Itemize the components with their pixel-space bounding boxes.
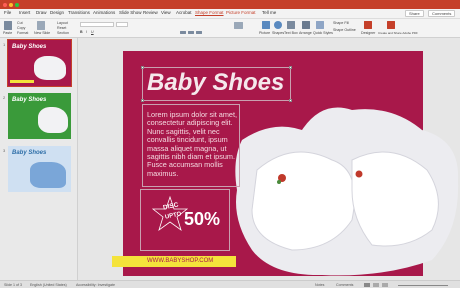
- font-size-dropdown[interactable]: [116, 22, 128, 27]
- reset-button[interactable]: Reset: [57, 26, 66, 30]
- slide-thumbnail-2[interactable]: Baby Shoes: [8, 93, 71, 139]
- comments-button[interactable]: Comments: [428, 10, 456, 17]
- tab-file[interactable]: File: [4, 10, 11, 15]
- resize-handle[interactable]: [289, 66, 292, 69]
- copy-button[interactable]: Copy: [17, 26, 25, 30]
- ribbon-tabs: File Insert Draw Design Transitions Anim…: [0, 9, 460, 19]
- section-button[interactable]: Section: [57, 31, 69, 35]
- reading-view-icon[interactable]: [382, 283, 388, 287]
- slide-sorter-icon[interactable]: [373, 283, 379, 287]
- align-center-icon[interactable]: [188, 31, 194, 34]
- shape-fill-button[interactable]: Shape Fill: [333, 21, 349, 25]
- zoom-slider[interactable]: [398, 284, 448, 286]
- tab-picture-format[interactable]: Picture Format: [226, 10, 256, 15]
- cut-button[interactable]: Cut: [17, 21, 23, 25]
- underline-button[interactable]: U: [91, 30, 94, 34]
- normal-view-icon[interactable]: [364, 283, 370, 287]
- paste-icon[interactable]: [4, 21, 12, 30]
- designer-button[interactable]: Designer: [361, 31, 375, 35]
- thumbnail-number: 1: [3, 42, 6, 47]
- shape-outline-button[interactable]: Shape Outline: [333, 28, 356, 32]
- tab-view[interactable]: View: [161, 10, 171, 15]
- adobe-pdf-icon[interactable]: [387, 21, 395, 29]
- thumbnail-number: 3: [3, 148, 6, 153]
- thumbnail-title: Baby Shoes: [12, 150, 47, 156]
- align-right-icon[interactable]: [196, 31, 202, 34]
- status-bar: Slide 1 of 3 English (United States) Acc…: [0, 280, 460, 288]
- font-name-dropdown[interactable]: [80, 22, 114, 27]
- thumbnail-shoe-image: [30, 162, 66, 188]
- thumbnail-number: 2: [3, 95, 6, 100]
- quick-styles-icon[interactable]: [316, 21, 324, 29]
- italic-button[interactable]: I: [86, 30, 87, 34]
- tab-review[interactable]: Review: [143, 10, 158, 15]
- text-box-button[interactable]: Text Box: [284, 31, 298, 35]
- status-comments-button[interactable]: Comments: [336, 283, 353, 287]
- slide-title[interactable]: Baby Shoes: [147, 69, 284, 97]
- slide-count: Slide 1 of 3: [4, 282, 22, 287]
- quick-styles-button[interactable]: Quick Styles: [313, 31, 333, 35]
- tab-tell-me[interactable]: Tell me: [262, 10, 276, 15]
- tab-acrobat[interactable]: Acrobat: [176, 10, 192, 15]
- title-bar: [0, 0, 460, 9]
- accessibility-status[interactable]: Accessibility: Investigate: [76, 283, 115, 287]
- slide-thumbnail-1[interactable]: Baby Shoes: [7, 39, 72, 87]
- new-slide-icon[interactable]: [37, 21, 45, 30]
- text-box-icon[interactable]: [287, 21, 295, 29]
- resize-handle[interactable]: [289, 99, 292, 102]
- zoom-window-icon[interactable]: [15, 2, 19, 7]
- slide-thumbnail-3[interactable]: Baby Shoes: [8, 146, 71, 192]
- notes-button[interactable]: Notes: [315, 283, 324, 287]
- layout-button[interactable]: Layout: [57, 21, 68, 25]
- paste-button[interactable]: Paste: [3, 31, 12, 35]
- tab-slide-show[interactable]: Slide Show: [119, 10, 142, 15]
- tab-animations[interactable]: Animations: [93, 10, 115, 15]
- thumbnail-title: Baby Shoes: [12, 97, 47, 103]
- new-slide-button[interactable]: New Slide: [34, 31, 50, 35]
- slide-thumbnails-pane: 1 Baby Shoes 2 Baby Shoes 3 Baby Shoes: [0, 38, 78, 280]
- slide-body-text[interactable]: Lorem ipsum dolor sit amet, consectetur …: [147, 110, 242, 178]
- shapes-icon[interactable]: [274, 21, 282, 29]
- resize-handle[interactable]: [141, 66, 144, 69]
- close-window-icon[interactable]: [3, 2, 7, 7]
- tab-shape-format[interactable]: Shape Format: [195, 10, 224, 15]
- thumbnail-title: Baby Shoes: [12, 44, 47, 50]
- share-button[interactable]: Share: [405, 10, 424, 17]
- designer-icon[interactable]: [364, 21, 372, 29]
- convert-to-smartart-icon[interactable]: [234, 22, 243, 29]
- language-indicator[interactable]: English (United States): [30, 283, 67, 287]
- thumbnail-shoe-image: [38, 107, 68, 133]
- tab-insert[interactable]: Insert: [19, 10, 30, 15]
- align-left-icon[interactable]: [180, 31, 186, 34]
- picture-button[interactable]: Picture: [259, 31, 270, 35]
- thumbnail-url-bar: [10, 80, 34, 83]
- baby-shoes-image[interactable]: [232, 100, 460, 278]
- resize-handle[interactable]: [141, 99, 144, 102]
- shapes-button[interactable]: Shapes: [272, 31, 284, 35]
- arrange-button[interactable]: Arrange: [299, 31, 312, 35]
- create-share-pdf-button[interactable]: Create and Share Adobe PDF: [378, 31, 418, 35]
- ribbon-toolbar: Paste Cut Copy Format New Slide Layout R…: [0, 19, 460, 38]
- tab-design[interactable]: Design: [50, 10, 64, 15]
- thumbnail-shoe-image: [34, 56, 66, 80]
- tab-transitions[interactable]: Transitions: [68, 10, 90, 15]
- tab-draw[interactable]: Draw: [36, 10, 47, 15]
- minimize-window-icon[interactable]: [9, 2, 13, 7]
- picture-icon[interactable]: [262, 21, 270, 29]
- bold-button[interactable]: B: [80, 30, 83, 34]
- url-text[interactable]: WWW.BABYSHOP.COM: [147, 258, 213, 264]
- arrange-icon[interactable]: [302, 21, 310, 29]
- format-painter-button[interactable]: Format: [17, 31, 28, 35]
- badge-percent-text: 50%: [184, 209, 221, 229]
